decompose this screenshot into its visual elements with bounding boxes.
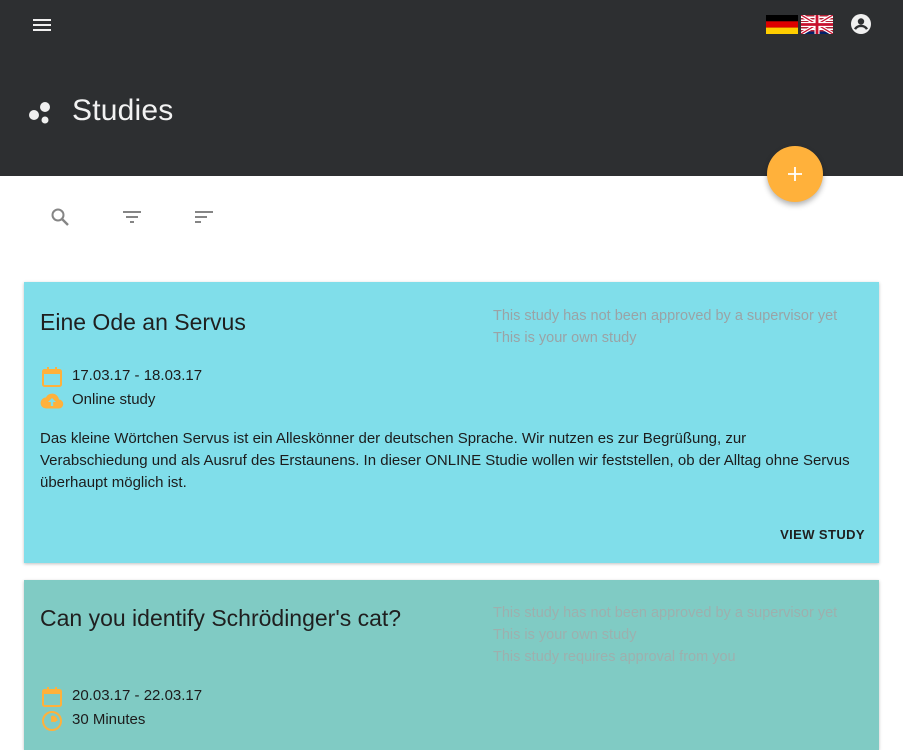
study-card[interactable]: Eine Ode an Servus This study has not be… (24, 282, 879, 563)
status-text: This is your own study (493, 627, 637, 643)
page-title: Studies (72, 94, 174, 127)
study-duration: 30 Minutes (72, 711, 146, 728)
calendar-icon (42, 367, 62, 387)
study-title: Eine Ode an Servus (40, 309, 246, 335)
status-list: This study has not been approved by a su… (493, 602, 837, 668)
menu-icon[interactable] (30, 13, 54, 37)
cloud-upload-icon (40, 393, 64, 409)
status-text: This is your own study (493, 330, 637, 346)
bubbles-icon (28, 100, 54, 126)
study-date: 17.03.17 - 18.03.17 (72, 367, 203, 384)
calendar-icon (42, 687, 62, 707)
plus-icon (788, 167, 802, 181)
view-study-button[interactable]: VIEW STUDY (780, 527, 865, 542)
study-date: 20.03.17 - 22.03.17 (72, 687, 203, 704)
study-card[interactable]: Can you identify Schrödinger's cat? This… (24, 580, 879, 750)
study-title: Can you identify Schrödinger's cat? (40, 605, 402, 631)
search-icon[interactable] (48, 205, 72, 229)
status-text: This study has not been approved by a su… (493, 605, 838, 621)
status-text: This study has not been approved by a su… (493, 308, 838, 324)
german-flag-icon[interactable] (766, 15, 798, 34)
study-description: Das kleine Wörtchen Servus ist ein Alles… (40, 430, 850, 491)
status-text: This study requires approval from you (493, 649, 736, 665)
english-flag-icon[interactable] (800, 13, 834, 36)
filter-icon[interactable] (120, 205, 144, 229)
add-study-button[interactable] (767, 146, 823, 202)
sort-icon[interactable] (192, 205, 216, 229)
study-location: Online study (72, 391, 156, 408)
account-circle-icon[interactable] (849, 12, 873, 36)
clock-icon (42, 711, 62, 731)
app-bar: Studies (0, 0, 903, 176)
status-list: This study has not been approved by a su… (493, 305, 837, 349)
